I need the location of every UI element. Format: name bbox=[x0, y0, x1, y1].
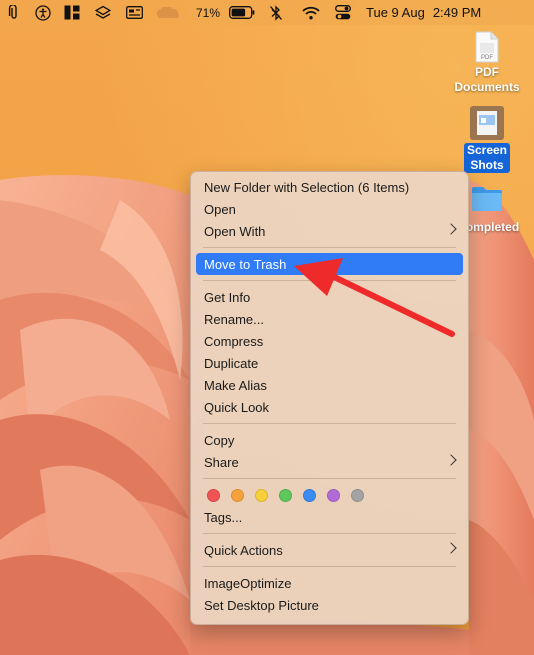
control-center-icon[interactable] bbox=[328, 0, 358, 25]
desktop-item-label: Screen Shots bbox=[463, 143, 511, 173]
tag-green-dot[interactable] bbox=[279, 488, 292, 502]
tag-red-dot[interactable] bbox=[207, 488, 220, 502]
menu-item-label: Quick Actions bbox=[204, 542, 283, 558]
menu-item-label: Share bbox=[204, 454, 239, 470]
keyboard-viewer-icon[interactable] bbox=[120, 0, 148, 25]
menu-item-open[interactable]: Open bbox=[196, 198, 463, 220]
window-layout-icon[interactable] bbox=[58, 0, 86, 25]
menu-item-copy[interactable]: Copy bbox=[196, 429, 463, 451]
chevron-right-icon bbox=[445, 454, 457, 466]
cloud-icon[interactable] bbox=[148, 0, 190, 25]
menu-separator bbox=[203, 566, 456, 567]
menu-item-quick-actions[interactable]: Quick Actions bbox=[196, 539, 463, 561]
tag-color-row bbox=[196, 484, 463, 506]
context-menu: New Folder with Selection (6 Items) Open… bbox=[190, 171, 469, 625]
battery-icon[interactable] bbox=[226, 0, 258, 25]
menu-item-compress[interactable]: Compress bbox=[196, 330, 463, 352]
pdf-file-icon: PDF bbox=[449, 31, 525, 65]
menu-item-rename[interactable]: Rename... bbox=[196, 308, 463, 330]
tag-blue-dot[interactable] bbox=[303, 488, 316, 502]
chevron-right-icon bbox=[445, 223, 457, 235]
battery-percentage: 71% bbox=[196, 5, 221, 20]
menu-item-get-info[interactable]: Get Info bbox=[196, 286, 463, 308]
tag-gray-dot[interactable] bbox=[351, 488, 364, 502]
menu-separator bbox=[203, 247, 456, 248]
image-file-icon bbox=[449, 105, 525, 143]
menu-item-image-optimize[interactable]: ImageOptimize bbox=[196, 572, 463, 594]
menu-item-make-alias[interactable]: Make Alias bbox=[196, 374, 463, 396]
svg-text:PDF: PDF bbox=[481, 55, 493, 61]
desktop-item-screen-shots[interactable]: Screen Shots bbox=[449, 105, 525, 174]
desktop-item-pdf-documents[interactable]: PDF PDF Documents bbox=[449, 31, 525, 96]
menu-item-duplicate[interactable]: Duplicate bbox=[196, 352, 463, 374]
accessibility-icon[interactable] bbox=[28, 0, 58, 25]
tag-purple-dot[interactable] bbox=[327, 488, 340, 502]
menu-item-new-folder-with-selection[interactable]: New Folder with Selection (6 Items) bbox=[196, 176, 463, 198]
layers-icon[interactable] bbox=[86, 0, 120, 25]
tag-yellow-dot[interactable] bbox=[255, 488, 268, 502]
menubar-time[interactable]: 2:49 PM bbox=[431, 0, 487, 25]
bluetooth-off-icon[interactable] bbox=[258, 0, 294, 25]
paperclip-icon[interactable] bbox=[0, 0, 28, 25]
menu-item-quick-look[interactable]: Quick Look bbox=[196, 396, 463, 418]
menu-separator bbox=[203, 533, 456, 534]
menu-item-open-with[interactable]: Open With bbox=[196, 220, 463, 242]
menu-item-move-to-trash[interactable]: Move to Trash bbox=[196, 253, 463, 275]
chevron-right-icon bbox=[445, 542, 457, 554]
tag-orange-dot[interactable] bbox=[231, 488, 244, 502]
menu-separator bbox=[203, 280, 456, 281]
menu-item-tags[interactable]: Tags... bbox=[196, 506, 463, 528]
menu-item-set-desktop-picture[interactable]: Set Desktop Picture bbox=[196, 594, 463, 616]
menu-item-label: Open With bbox=[204, 223, 266, 239]
desktop-item-label: PDF Documents bbox=[454, 65, 520, 94]
menu-item-share[interactable]: Share bbox=[196, 451, 463, 473]
wifi-icon[interactable] bbox=[294, 0, 328, 25]
menu-bar: 71% Tue 9 Aug 2:49 PM bbox=[0, 0, 534, 25]
menubar-date[interactable]: Tue 9 Aug bbox=[358, 0, 431, 25]
menu-separator bbox=[203, 423, 456, 424]
menu-separator bbox=[203, 478, 456, 479]
